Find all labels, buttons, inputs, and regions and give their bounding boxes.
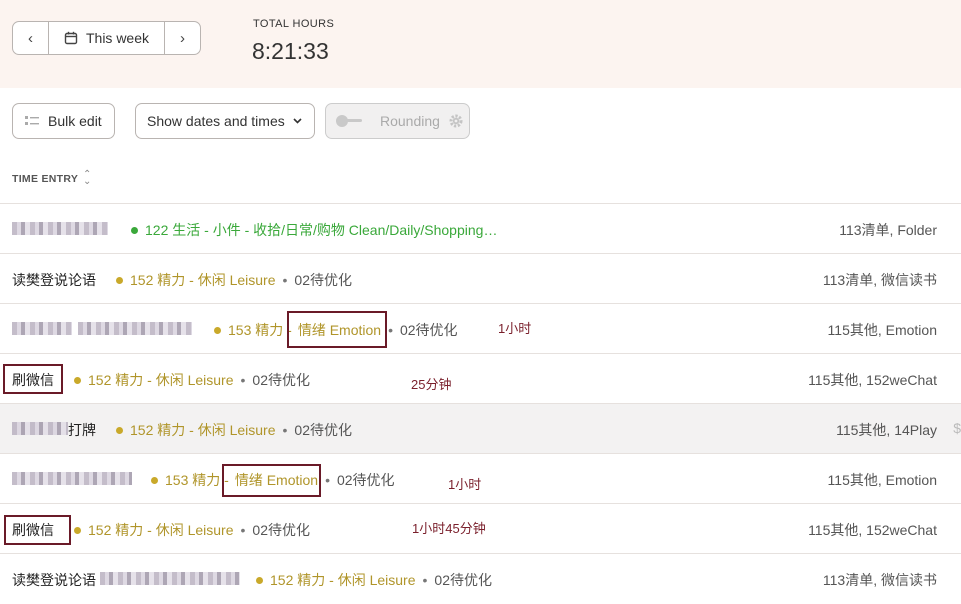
project-name: 152 精力 - 休闲 Leisure bbox=[270, 572, 416, 588]
project-label[interactable]: 122 生活 - 小件 - 收拾/日常/购物 Clean/Daily/Shopp… bbox=[131, 220, 497, 240]
sort-icon[interactable]: ⌃ ⌄ bbox=[83, 170, 91, 187]
project-dot-icon bbox=[74, 376, 81, 384]
task-name: 02待优化 bbox=[252, 372, 310, 388]
project-name: 152 精力 - 休闲 Leisure bbox=[88, 522, 234, 538]
project-name: 152 精力 - 休闲 Leisure bbox=[130, 272, 276, 288]
entry-tags[interactable]: 115其他, 152weChat bbox=[808, 370, 937, 390]
entry-description[interactable]: 读樊登说论语 bbox=[12, 270, 96, 290]
task-name: 02待优化 bbox=[399, 322, 458, 338]
task-name: 02待优化 bbox=[336, 472, 395, 488]
week-picker-button[interactable]: This week bbox=[48, 22, 165, 54]
bulk-edit-button[interactable]: Bulk edit bbox=[12, 103, 115, 139]
table-row[interactable]: 打牌 152 精力 - 休闲 Leisure • 02待优化 115其他, 14… bbox=[0, 404, 961, 454]
task-name: 02待优化 bbox=[294, 422, 352, 438]
entry-tags[interactable]: 113清单, 微信读书 bbox=[823, 270, 937, 290]
task-name: 02待优化 bbox=[252, 522, 310, 538]
project-dot-icon bbox=[116, 426, 123, 434]
project-dot-icon bbox=[151, 476, 158, 484]
table-row[interactable]: 读樊登说论语 152 精力 - 休闲 Leisure • 02待优化 113清单… bbox=[0, 254, 961, 304]
total-hours-label: TOTAL HOURS bbox=[253, 18, 335, 30]
total-hours-value: 8:21:33 bbox=[252, 38, 329, 64]
bullet-separator: • bbox=[282, 272, 288, 288]
redacted-description bbox=[78, 322, 192, 335]
entry-tags[interactable]: 115其他, 14Play bbox=[836, 420, 937, 440]
bullet-separator: • bbox=[422, 572, 428, 588]
project-label[interactable]: 152 精力 - 休闲 Leisure • 02待优化 bbox=[74, 520, 310, 540]
show-dates-dropdown[interactable]: Show dates and times bbox=[135, 103, 315, 139]
entry-tags[interactable]: 115其他, Emotion bbox=[828, 470, 937, 490]
bullet-separator: • bbox=[240, 372, 246, 388]
show-dates-label: Show dates and times bbox=[147, 113, 285, 129]
entry-description[interactable]: 读樊登说论语 bbox=[12, 570, 96, 590]
entry-description[interactable]: 打牌 bbox=[68, 420, 96, 440]
table-row[interactable]: 122 生活 - 小件 - 收拾/日常/购物 Clean/Daily/Shopp… bbox=[0, 204, 961, 254]
table-row[interactable]: 读樊登说论语 152 精力 - 休闲 Leisure • 02待优化 113清单… bbox=[0, 554, 961, 604]
table-row[interactable]: 153 精力 - 情绪 Emotion • 02待优化 1小时 115其他, E… bbox=[0, 454, 961, 504]
annotation-note: 1小时 bbox=[498, 321, 532, 336]
week-label: This week bbox=[85, 30, 150, 46]
project-name: 152 精力 - 休闲 Leisure bbox=[88, 372, 234, 388]
project-name: 122 生活 - 小件 - 收拾/日常/购物 Clean/Daily/Shopp… bbox=[145, 222, 498, 238]
project-dot-icon bbox=[131, 226, 138, 234]
highlight-box bbox=[287, 311, 387, 348]
table-header: TIME ENTRY ⌃ ⌄ bbox=[0, 154, 961, 204]
redacted-description bbox=[100, 572, 240, 585]
highlight-box bbox=[3, 364, 63, 394]
week-selector: ‹ This week › bbox=[12, 21, 201, 55]
project-label[interactable]: 152 精力 - 休闲 Leisure • 02待优化 bbox=[256, 570, 492, 590]
project-dot-icon bbox=[74, 526, 81, 534]
annotation-note: 25分钟 bbox=[411, 377, 452, 392]
redacted-description bbox=[12, 472, 132, 485]
project-dot-icon bbox=[256, 576, 263, 584]
time-entry-column-label: TIME ENTRY bbox=[12, 173, 79, 185]
rounding-label: Rounding bbox=[380, 113, 440, 129]
project-name: 153 精力 - bbox=[165, 472, 229, 488]
entry-tags[interactable]: 115其他, Emotion bbox=[828, 320, 937, 340]
highlight-box bbox=[4, 515, 71, 545]
table-row[interactable]: 153 精力 - 情绪 Emotion • 02待优化 1小时 115其他, E… bbox=[0, 304, 961, 354]
project-dot-icon bbox=[116, 276, 123, 284]
project-label[interactable]: 152 精力 - 休闲 Leisure • 02待优化 bbox=[116, 420, 352, 440]
entry-tags[interactable]: 113清单, 微信读书 bbox=[823, 570, 937, 590]
rounding-toggle[interactable]: Rounding bbox=[325, 103, 470, 139]
prev-week-button[interactable]: ‹ bbox=[13, 22, 48, 54]
project-label[interactable]: 152 精力 - 休闲 Leisure • 02待优化 bbox=[116, 270, 352, 290]
bullet-separator: • bbox=[240, 522, 246, 538]
task-name: 02待优化 bbox=[294, 272, 352, 288]
entry-tags[interactable]: 113清单, Folder bbox=[839, 220, 937, 240]
annotation-note: 1小时 bbox=[448, 477, 482, 492]
bulk-edit-label: Bulk edit bbox=[48, 113, 102, 129]
project-name: 152 精力 - 休闲 Leisure bbox=[130, 422, 276, 438]
task-name: 02待优化 bbox=[434, 572, 492, 588]
project-label[interactable]: 152 精力 - 休闲 Leisure • 02待优化 bbox=[74, 370, 310, 390]
table-row[interactable]: 刷微信 152 精力 - 休闲 Leisure • 02待优化 1小时45分钟 … bbox=[0, 504, 961, 554]
redacted-description bbox=[12, 422, 68, 435]
next-week-button[interactable]: › bbox=[165, 22, 200, 54]
chevron-down-icon bbox=[293, 118, 302, 124]
entry-tags[interactable]: 115其他, 152weChat bbox=[808, 520, 937, 540]
table-row[interactable]: 刷微信 152 精力 - 休闲 Leisure • 02待优化 25分钟 115… bbox=[0, 354, 961, 404]
redacted-description bbox=[12, 222, 108, 235]
bullet-separator: • bbox=[325, 472, 330, 488]
list-icon bbox=[25, 116, 39, 125]
project-name: 153 精力 - bbox=[228, 322, 292, 338]
calendar-icon bbox=[64, 31, 78, 45]
chevron-right-icon: › bbox=[180, 29, 185, 47]
annotation-note: 1小时45分钟 bbox=[412, 521, 486, 536]
rounding-switch[interactable] bbox=[336, 115, 362, 127]
gear-icon[interactable] bbox=[448, 113, 464, 129]
bullet-separator: • bbox=[388, 322, 393, 338]
billable-icon[interactable]: $ bbox=[953, 420, 961, 436]
highlight-box bbox=[222, 464, 321, 497]
bullet-separator: • bbox=[282, 422, 288, 438]
chevron-left-icon: ‹ bbox=[28, 29, 33, 47]
redacted-description bbox=[12, 322, 72, 335]
project-dot-icon bbox=[214, 326, 221, 334]
